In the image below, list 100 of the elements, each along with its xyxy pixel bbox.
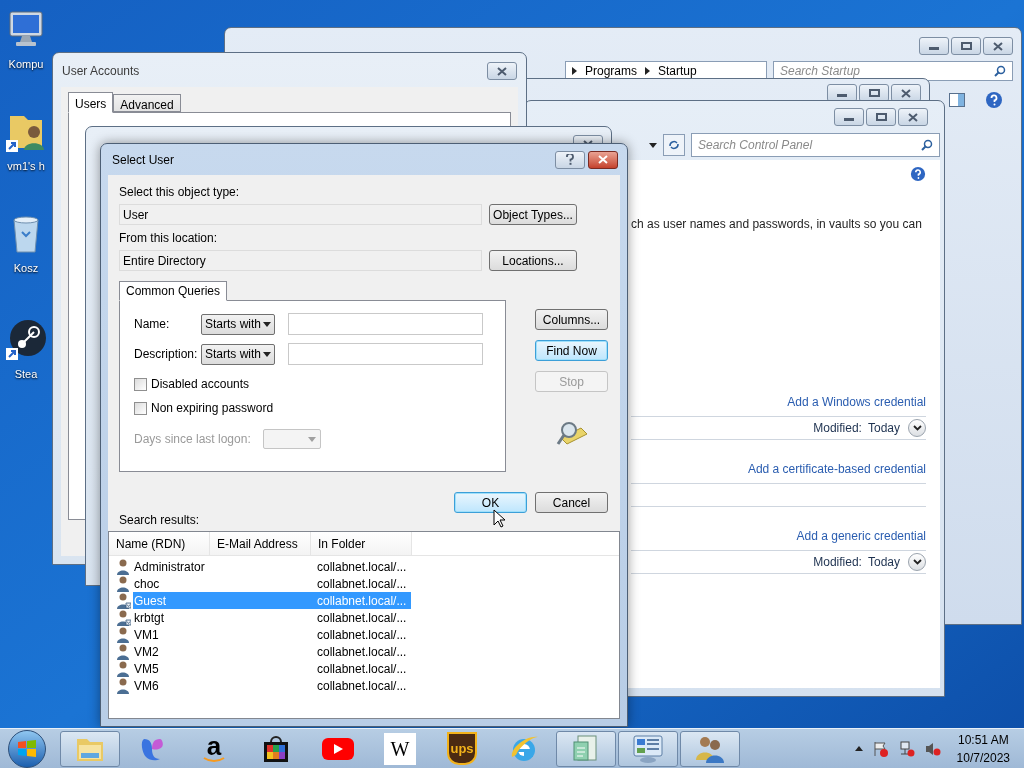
result-row[interactable]: VM2 collabnet.local/...: [133, 643, 411, 660]
minimize-button[interactable]: [834, 108, 864, 126]
search-icon: [994, 65, 1006, 77]
field-label: Days since last logon:: [134, 431, 251, 448]
help-button[interactable]: [555, 150, 585, 169]
result-row[interactable]: VM1 collabnet.local/...: [133, 626, 411, 643]
modified-date: Today: [867, 420, 900, 437]
ups-logo: ups: [447, 732, 477, 765]
show-hidden-icons-icon[interactable]: [854, 746, 863, 751]
search-icon: [921, 139, 933, 151]
window-title: User Accounts: [62, 63, 140, 80]
result-row[interactable]: VM5 collabnet.local/...: [133, 660, 411, 677]
operator-dropdown[interactable]: Starts with: [201, 343, 275, 365]
help-icon[interactable]: [910, 166, 926, 182]
desktop-icon-label[interactable]: Stea: [14, 366, 38, 383]
column-header[interactable]: E-Mail Address: [210, 532, 311, 555]
modified-label: Modified:: [813, 554, 862, 571]
checkbox-label: Disabled accounts: [151, 376, 250, 393]
minimize-icon: [844, 118, 854, 121]
tab[interactable]: Advanced: [113, 94, 181, 112]
maximize-button[interactable]: [951, 37, 981, 55]
dialog-button[interactable]: Columns...: [535, 309, 608, 330]
play-icon: [321, 736, 355, 761]
tab[interactable]: Users: [68, 92, 114, 113]
minimize-button[interactable]: [919, 37, 949, 55]
close-icon: [908, 112, 918, 122]
modified-label: Modified:: [813, 420, 862, 437]
network-icon[interactable]: [898, 740, 915, 757]
result-row[interactable]: Administrator collabnet.local/...: [133, 558, 411, 575]
dropdown-arrow-icon: [263, 321, 271, 327]
dialog-button[interactable]: OK: [454, 492, 527, 513]
refresh-button[interactable]: [663, 134, 685, 156]
maximize-button[interactable]: [866, 108, 896, 126]
add-credential-link[interactable]: Add a certificate-based credential: [747, 460, 926, 478]
checkbox-label: Non expiring password: [151, 400, 274, 417]
speaker-muted-icon[interactable]: [924, 740, 941, 757]
dialog-button[interactable]: Locations...: [489, 250, 577, 271]
taskbar-button[interactable]: ups: [432, 730, 492, 767]
start-button[interactable]: [8, 729, 46, 768]
dropdown-arrow-icon[interactable]: [649, 142, 657, 148]
field-label: From this location:: [119, 230, 219, 247]
description-text: ch as user names and passwords, in vaults so you can: [631, 216, 923, 233]
taskbar-button[interactable]: W: [370, 730, 430, 767]
result-row[interactable]: choc collabnet.local/...: [133, 575, 411, 592]
close-button[interactable]: [898, 108, 928, 126]
window-title: Select User: [112, 151, 175, 169]
column-header[interactable]: In Folder: [311, 532, 412, 555]
add-credential-link[interactable]: Add a generic credential: [796, 527, 926, 545]
minimize-icon: [837, 94, 847, 97]
preview-pane-icon[interactable]: [949, 93, 965, 107]
chevron-right-icon: [572, 67, 577, 75]
expand-button[interactable]: [908, 553, 926, 571]
maximize-icon: [868, 89, 880, 97]
clock-date[interactable]: 10/7/2023: [956, 748, 1010, 767]
chevron-right-icon: [645, 67, 650, 75]
text-field[interactable]: [288, 343, 483, 365]
dialog-button[interactable]: Cancel: [535, 492, 608, 513]
search-field[interactable]: Search Control Panel: [691, 133, 940, 157]
close-button[interactable]: [487, 62, 517, 80]
desktop-icon-label[interactable]: Kosz: [13, 260, 39, 277]
checkbox[interactable]: [134, 377, 147, 391]
help-icon[interactable]: [985, 91, 1003, 109]
close-button[interactable]: [588, 150, 618, 169]
dialog-button[interactable]: Object Types...: [489, 204, 577, 225]
modified-date: Today: [867, 554, 900, 571]
add-credential-link[interactable]: Add a Windows credential: [787, 393, 926, 411]
field-label: Description:: [134, 346, 199, 363]
mouse-cursor-icon: [493, 509, 505, 528]
dropdown-arrow-icon: [307, 436, 316, 442]
flag-icon[interactable]: [872, 740, 889, 757]
clock-time[interactable]: 10:51 AM: [957, 730, 1009, 749]
dropdown-arrow-icon: [263, 351, 271, 357]
desktop-icon-label[interactable]: vm1's h: [7, 158, 45, 175]
result-row[interactable]: VM6 collabnet.local/...: [133, 677, 411, 694]
refresh-icon: [668, 139, 680, 151]
document-icon: [572, 733, 600, 764]
breadcrumb-item[interactable]: Startup: [658, 62, 697, 80]
tab[interactable]: Common Queries: [119, 281, 228, 301]
search-field[interactable]: Search Startup: [773, 61, 1013, 81]
text-field[interactable]: [288, 313, 483, 335]
windows-logo-icon: [17, 738, 37, 759]
control-panel-icon: [632, 733, 664, 764]
taskbar-button[interactable]: a: [184, 730, 244, 767]
address-bar[interactable]: Programs Startup: [565, 61, 767, 81]
field-label: Search results:: [119, 512, 200, 529]
dialog-button[interactable]: Find Now: [535, 340, 608, 361]
expand-button[interactable]: [908, 419, 926, 437]
location-field: Entire Directory: [119, 250, 482, 271]
breadcrumb-item[interactable]: Programs: [585, 62, 637, 80]
column-header[interactable]: Name (RDN): [109, 532, 210, 555]
close-button[interactable]: [983, 37, 1013, 55]
close-icon: [993, 41, 1003, 51]
close-icon: [901, 88, 911, 98]
checkbox[interactable]: [134, 401, 147, 415]
desktop-icon-label[interactable]: Kompu: [8, 56, 44, 73]
maximize-icon: [960, 42, 972, 50]
wikipedia-logo: W: [384, 732, 416, 765]
steam-icon: [4, 318, 48, 362]
chevron-down-icon: [912, 559, 922, 565]
operator-dropdown[interactable]: Starts with: [201, 313, 275, 335]
